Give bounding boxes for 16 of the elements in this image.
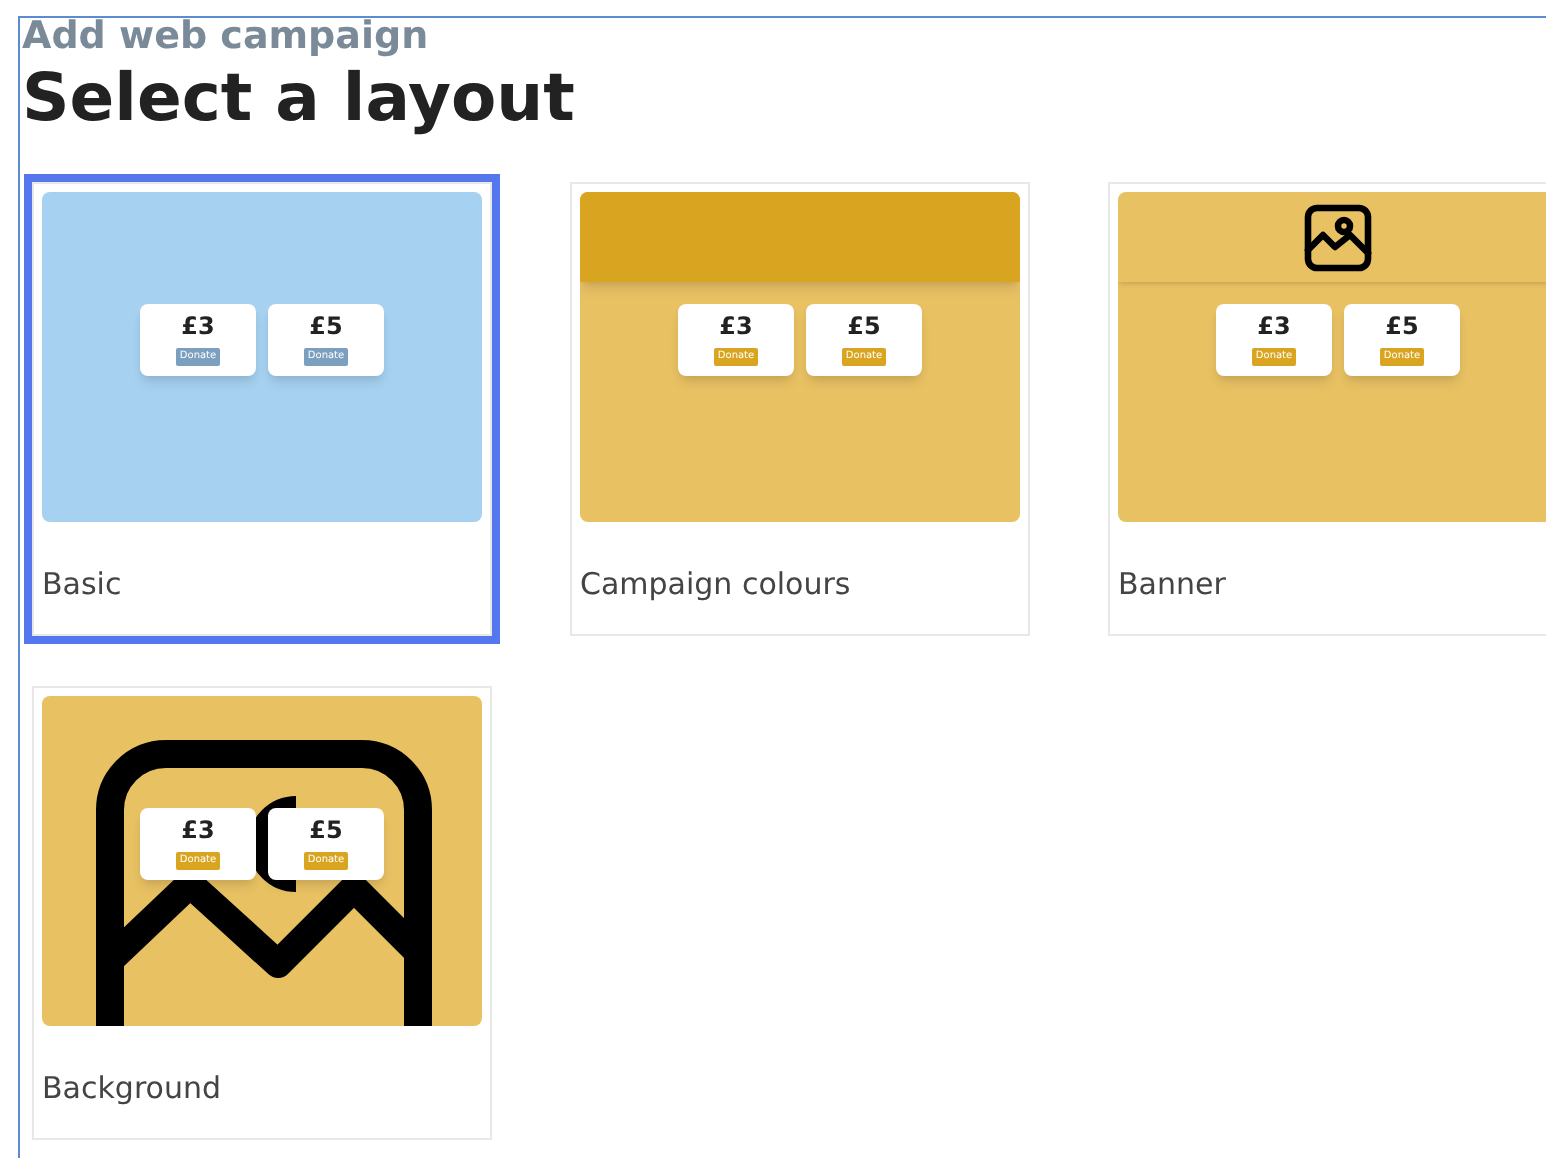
amount-price: £3: [1257, 310, 1291, 342]
amount-price: £3: [719, 310, 753, 342]
amount-price: £5: [309, 814, 343, 846]
page-title: Select a layout: [22, 58, 577, 138]
amount-price: £5: [1385, 310, 1419, 342]
layout-label: Basic: [42, 564, 124, 606]
image-icon: [96, 740, 432, 1026]
page-subtitle: Add web campaign: [22, 14, 431, 58]
amount-price: £5: [309, 310, 343, 342]
amount-price: £3: [181, 310, 215, 342]
amount-price: £3: [181, 814, 215, 846]
amount-price: £5: [847, 310, 881, 342]
layout-label: Campaign colours: [580, 564, 853, 606]
layout-label: Banner: [1118, 564, 1228, 606]
image-icon: [1302, 201, 1374, 273]
layout-label: Background: [42, 1068, 223, 1110]
